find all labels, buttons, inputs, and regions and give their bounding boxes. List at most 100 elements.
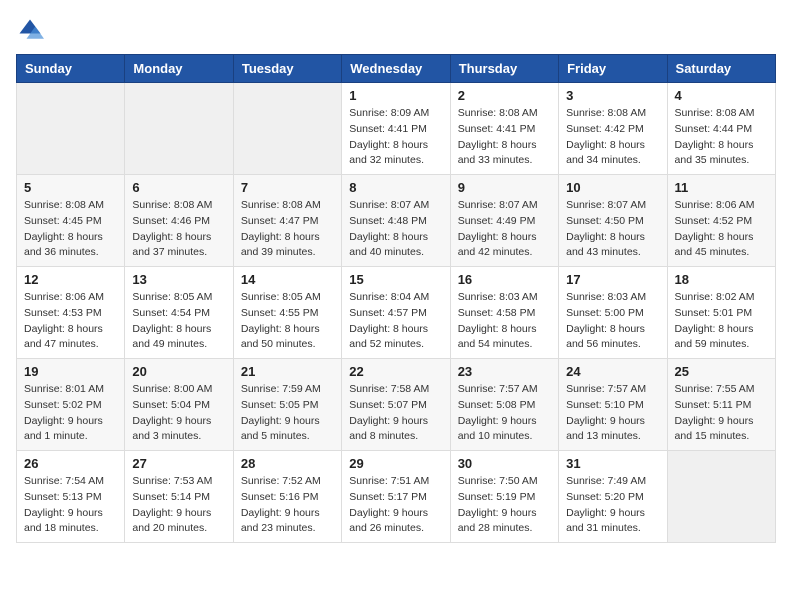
day-info: Sunrise: 8:08 AMSunset: 4:46 PMDaylight:… <box>132 198 225 261</box>
calendar-cell: 28 Sunrise: 7:52 AMSunset: 5:16 PMDayligh… <box>233 451 341 543</box>
day-header-monday: Monday <box>125 55 233 83</box>
day-number: 21 <box>241 364 334 379</box>
calendar-cell: 14 Sunrise: 8:05 AMSunset: 4:55 PMDayligh… <box>233 267 341 359</box>
logo-icon <box>16 16 44 44</box>
day-number: 7 <box>241 180 334 195</box>
calendar-cell: 15 Sunrise: 8:04 AMSunset: 4:57 PMDayligh… <box>342 267 450 359</box>
week-row-4: 19Sunrise: 8:01 AMSunset: 5:02 PMDayligh… <box>17 359 776 451</box>
day-info: Sunrise: 8:08 AMSunset: 4:45 PMDaylight:… <box>24 198 117 261</box>
day-number: 22 <box>349 364 442 379</box>
day-info: Sunrise: 7:57 AMSunset: 5:08 PMDaylight:… <box>458 382 551 445</box>
day-number: 27 <box>132 456 225 471</box>
day-number: 13 <box>132 272 225 287</box>
day-number: 3 <box>566 88 659 103</box>
calendar-cell: 13 Sunrise: 8:05 AMSunset: 4:54 PMDayligh… <box>125 267 233 359</box>
day-number: 14 <box>241 272 334 287</box>
day-info: Sunrise: 8:07 AMSunset: 4:50 PMDaylight:… <box>566 198 659 261</box>
day-number: 4 <box>675 88 768 103</box>
day-number: 6 <box>132 180 225 195</box>
day-number: 8 <box>349 180 442 195</box>
day-number: 26 <box>24 456 117 471</box>
day-header-sunday: Sunday <box>17 55 125 83</box>
logo <box>16 16 48 44</box>
calendar-cell: 20 Sunrise: 8:00 AMSunset: 5:04 PMDayligh… <box>125 359 233 451</box>
week-row-1: 1 Sunrise: 8:09 AMSunset: 4:41 PMDaylight… <box>17 83 776 175</box>
calendar-cell: 10 Sunrise: 8:07 AMSunset: 4:50 PMDayligh… <box>559 175 667 267</box>
calendar-cell: 17Sunrise: 8:03 AMSunset: 5:00 PMDayligh… <box>559 267 667 359</box>
calendar-cell: 8 Sunrise: 8:07 AMSunset: 4:48 PMDaylight… <box>342 175 450 267</box>
calendar-cell: 31Sunrise: 7:49 AMSunset: 5:20 PMDayligh… <box>559 451 667 543</box>
day-info: Sunrise: 7:50 AMSunset: 5:19 PMDaylight:… <box>458 474 551 537</box>
calendar-cell: 11 Sunrise: 8:06 AMSunset: 4:52 PMDayligh… <box>667 175 775 267</box>
calendar-cell: 18 Sunrise: 8:02 AMSunset: 5:01 PMDayligh… <box>667 267 775 359</box>
day-info: Sunrise: 8:08 AMSunset: 4:47 PMDaylight:… <box>241 198 334 261</box>
day-header-wednesday: Wednesday <box>342 55 450 83</box>
calendar-cell: 24 Sunrise: 7:57 AMSunset: 5:10 PMDayligh… <box>559 359 667 451</box>
day-number: 20 <box>132 364 225 379</box>
week-row-3: 12Sunrise: 8:06 AMSunset: 4:53 PMDayligh… <box>17 267 776 359</box>
calendar-cell: 9 Sunrise: 8:07 AMSunset: 4:49 PMDaylight… <box>450 175 558 267</box>
day-header-thursday: Thursday <box>450 55 558 83</box>
page-header <box>16 16 776 44</box>
day-number: 15 <box>349 272 442 287</box>
day-number: 10 <box>566 180 659 195</box>
day-info: Sunrise: 8:08 AMSunset: 4:42 PMDaylight:… <box>566 106 659 169</box>
day-info: Sunrise: 7:53 AMSunset: 5:14 PMDaylight:… <box>132 474 225 537</box>
calendar-cell: 7 Sunrise: 8:08 AMSunset: 4:47 PMDaylight… <box>233 175 341 267</box>
calendar-cell: 16Sunrise: 8:03 AMSunset: 4:58 PMDayligh… <box>450 267 558 359</box>
day-number: 28 <box>241 456 334 471</box>
day-number: 24 <box>566 364 659 379</box>
day-info: Sunrise: 8:08 AMSunset: 4:41 PMDaylight:… <box>458 106 551 169</box>
day-number: 29 <box>349 456 442 471</box>
day-info: Sunrise: 8:05 AMSunset: 4:55 PMDaylight:… <box>241 290 334 353</box>
calendar-cell: 26 Sunrise: 7:54 AMSunset: 5:13 PMDayligh… <box>17 451 125 543</box>
calendar-cell: 6 Sunrise: 8:08 AMSunset: 4:46 PMDaylight… <box>125 175 233 267</box>
day-info: Sunrise: 8:01 AMSunset: 5:02 PMDaylight:… <box>24 382 117 445</box>
day-number: 1 <box>349 88 442 103</box>
day-info: Sunrise: 8:06 AMSunset: 4:53 PMDaylight:… <box>24 290 117 353</box>
calendar-cell: 29Sunrise: 7:51 AMSunset: 5:17 PMDayligh… <box>342 451 450 543</box>
calendar-cell: 1 Sunrise: 8:09 AMSunset: 4:41 PMDaylight… <box>342 83 450 175</box>
day-info: Sunrise: 8:04 AMSunset: 4:57 PMDaylight:… <box>349 290 442 353</box>
day-info: Sunrise: 8:05 AMSunset: 4:54 PMDaylight:… <box>132 290 225 353</box>
day-info: Sunrise: 7:59 AMSunset: 5:05 PMDaylight:… <box>241 382 334 445</box>
day-info: Sunrise: 7:52 AMSunset: 5:16 PMDaylight:… <box>241 474 334 537</box>
day-number: 2 <box>458 88 551 103</box>
day-info: Sunrise: 8:07 AMSunset: 4:48 PMDaylight:… <box>349 198 442 261</box>
day-info: Sunrise: 8:09 AMSunset: 4:41 PMDaylight:… <box>349 106 442 169</box>
day-info: Sunrise: 8:03 AMSunset: 4:58 PMDaylight:… <box>458 290 551 353</box>
day-info: Sunrise: 7:58 AMSunset: 5:07 PMDaylight:… <box>349 382 442 445</box>
calendar-cell: 12Sunrise: 8:06 AMSunset: 4:53 PMDayligh… <box>17 267 125 359</box>
calendar-cell: 2 Sunrise: 8:08 AMSunset: 4:41 PMDaylight… <box>450 83 558 175</box>
calendar-cell <box>667 451 775 543</box>
day-info: Sunrise: 8:03 AMSunset: 5:00 PMDaylight:… <box>566 290 659 353</box>
calendar-cell: 3 Sunrise: 8:08 AMSunset: 4:42 PMDaylight… <box>559 83 667 175</box>
day-info: Sunrise: 8:08 AMSunset: 4:44 PMDaylight:… <box>675 106 768 169</box>
day-number: 5 <box>24 180 117 195</box>
calendar-cell: 4 Sunrise: 8:08 AMSunset: 4:44 PMDaylight… <box>667 83 775 175</box>
day-number: 23 <box>458 364 551 379</box>
day-number: 11 <box>675 180 768 195</box>
day-info: Sunrise: 7:54 AMSunset: 5:13 PMDaylight:… <box>24 474 117 537</box>
day-number: 18 <box>675 272 768 287</box>
day-number: 9 <box>458 180 551 195</box>
day-info: Sunrise: 7:55 AMSunset: 5:11 PMDaylight:… <box>675 382 768 445</box>
calendar-cell: 25 Sunrise: 7:55 AMSunset: 5:11 PMDayligh… <box>667 359 775 451</box>
calendar-cell <box>125 83 233 175</box>
calendar-cell: 19Sunrise: 8:01 AMSunset: 5:02 PMDayligh… <box>17 359 125 451</box>
day-number: 30 <box>458 456 551 471</box>
calendar-cell: 30 Sunrise: 7:50 AMSunset: 5:19 PMDayligh… <box>450 451 558 543</box>
calendar-table: SundayMondayTuesdayWednesdayThursdayFrid… <box>16 54 776 543</box>
week-row-5: 26 Sunrise: 7:54 AMSunset: 5:13 PMDayligh… <box>17 451 776 543</box>
day-header-saturday: Saturday <box>667 55 775 83</box>
day-number: 25 <box>675 364 768 379</box>
day-info: Sunrise: 8:07 AMSunset: 4:49 PMDaylight:… <box>458 198 551 261</box>
day-info: Sunrise: 8:06 AMSunset: 4:52 PMDaylight:… <box>675 198 768 261</box>
day-info: Sunrise: 8:00 AMSunset: 5:04 PMDaylight:… <box>132 382 225 445</box>
day-header-friday: Friday <box>559 55 667 83</box>
day-info: Sunrise: 7:57 AMSunset: 5:10 PMDaylight:… <box>566 382 659 445</box>
day-info: Sunrise: 8:02 AMSunset: 5:01 PMDaylight:… <box>675 290 768 353</box>
calendar-cell <box>17 83 125 175</box>
day-number: 31 <box>566 456 659 471</box>
week-row-2: 5 Sunrise: 8:08 AMSunset: 4:45 PMDaylight… <box>17 175 776 267</box>
